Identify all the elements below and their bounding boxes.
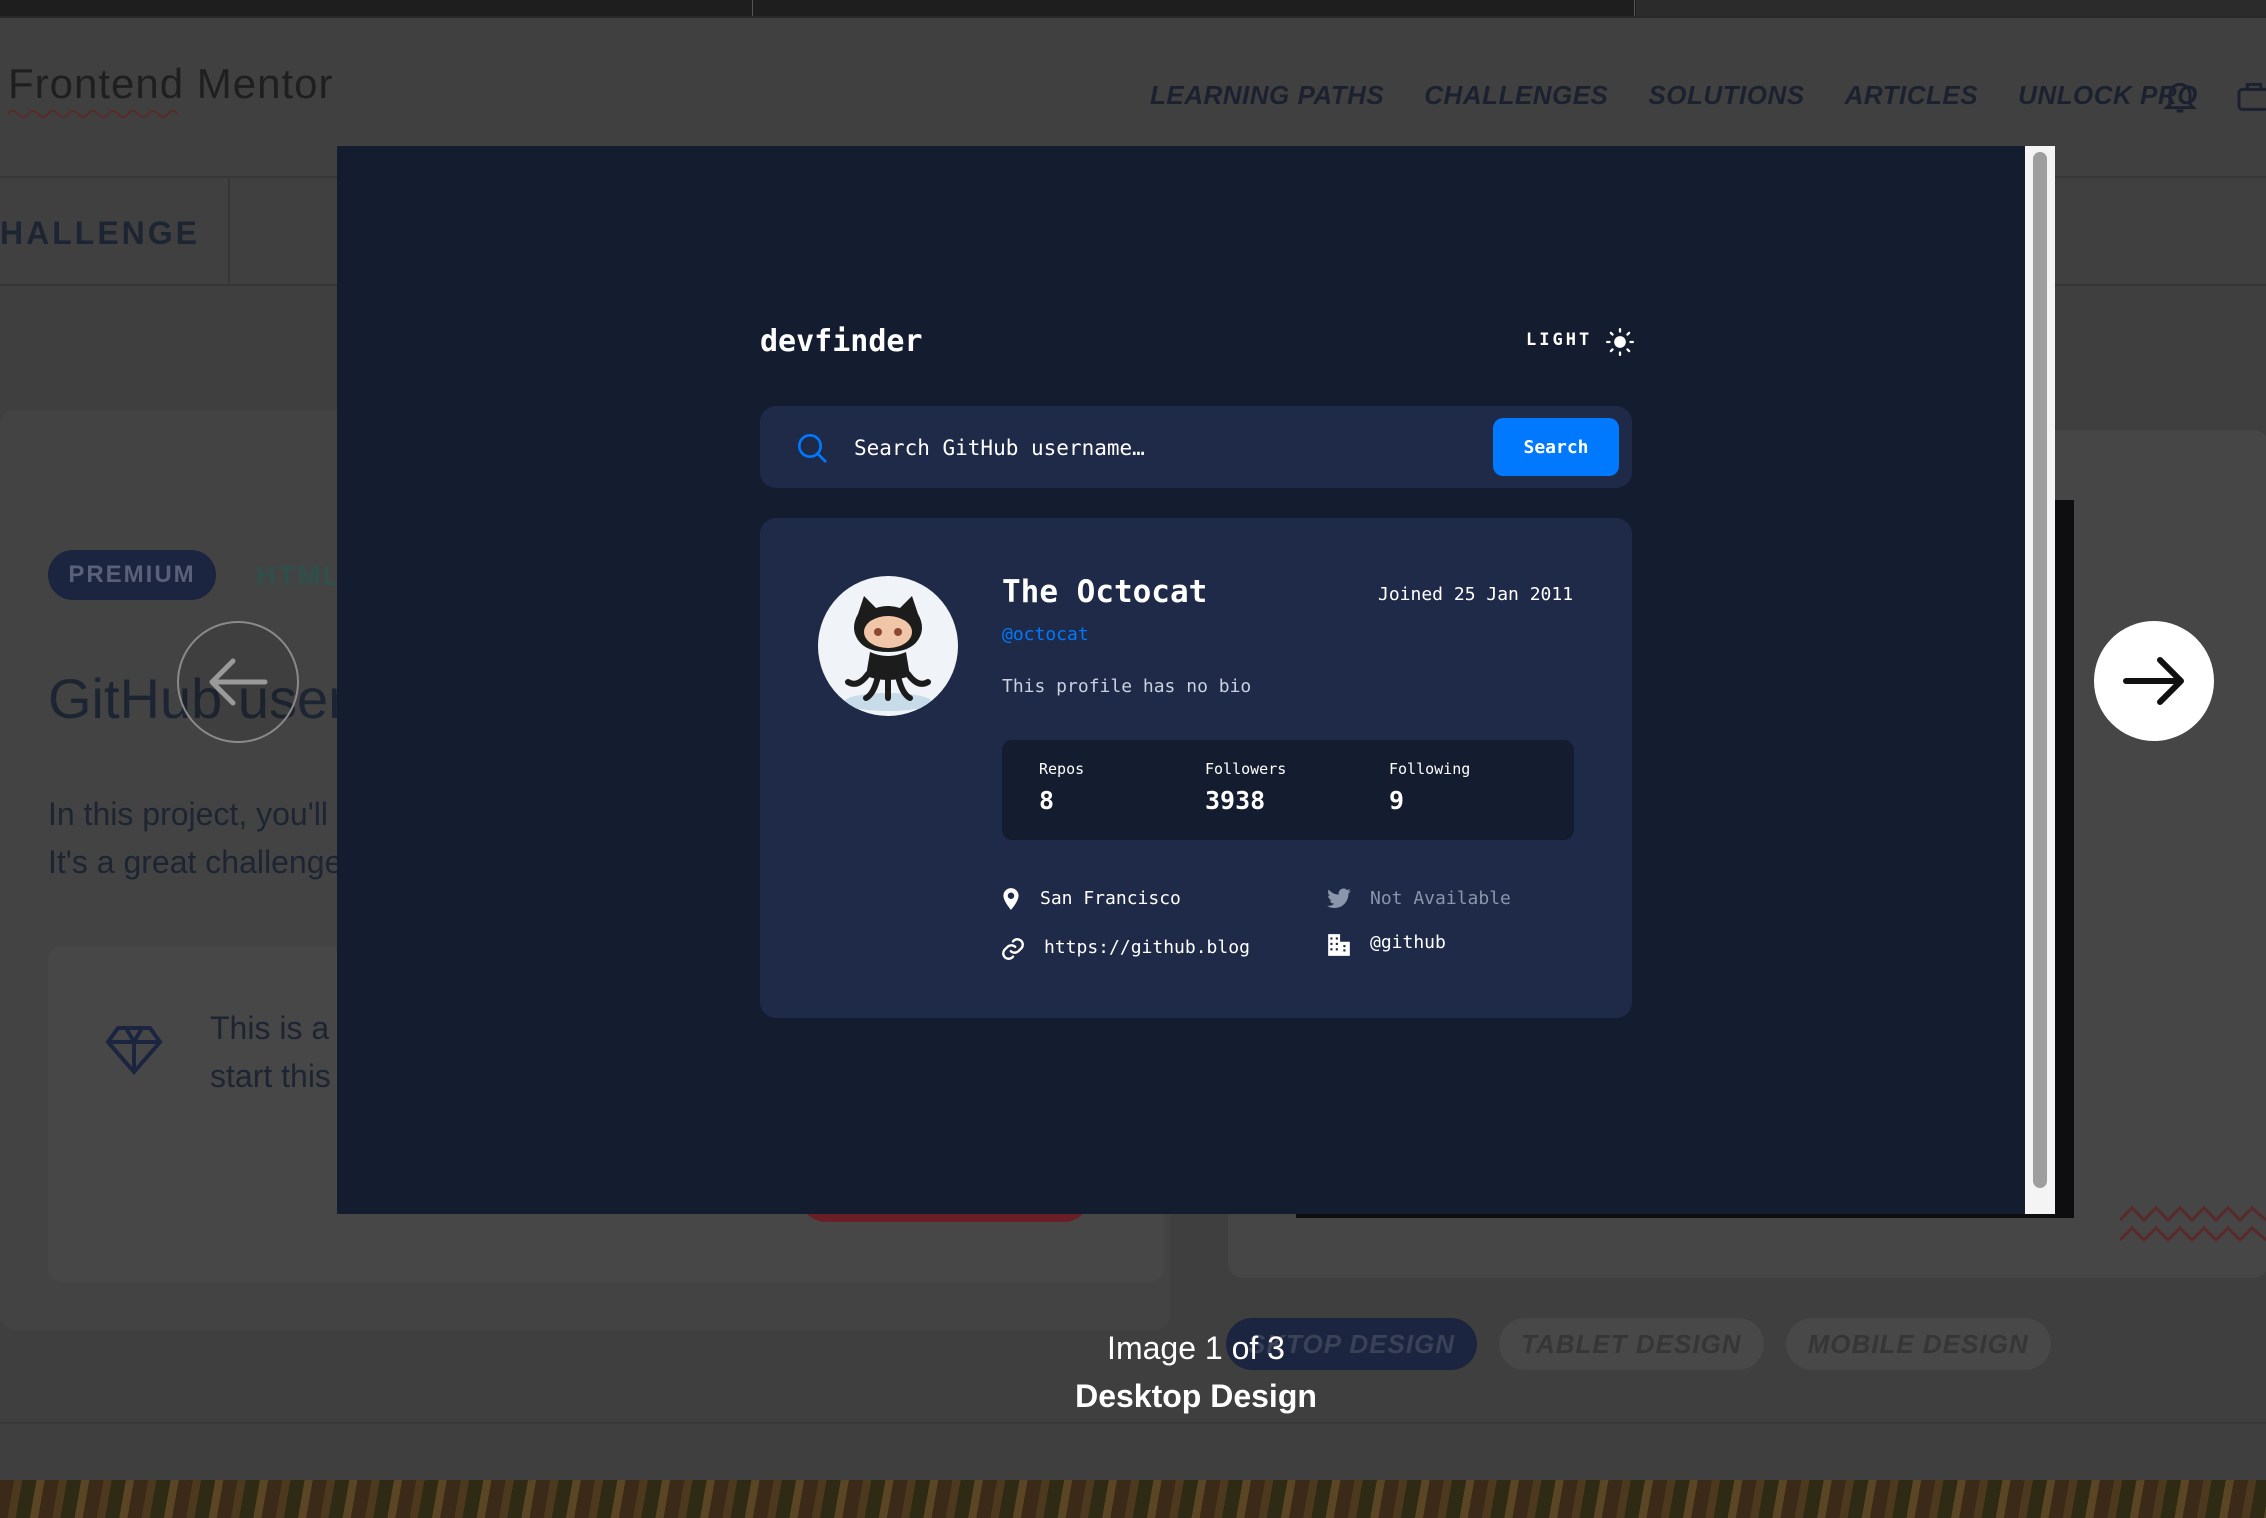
profile-bio: This profile has no bio	[1002, 676, 1252, 697]
stat-label-followers: Followers	[1205, 760, 1287, 778]
nav-solutions[interactable]: SOLUTIONS	[1648, 80, 1804, 111]
browser-tab[interactable]	[1636, 0, 2266, 16]
profile-name: The Octocat	[1002, 574, 1208, 610]
next-image-button[interactable]	[2094, 621, 2214, 741]
nav-challenges[interactable]: CHALLENGES	[1424, 80, 1608, 111]
profile-handle-link[interactable]: @octocat	[1002, 624, 1089, 645]
html-tag: HTML	[256, 560, 342, 591]
twitter-icon	[1327, 888, 1351, 908]
sun-icon[interactable]	[1606, 328, 1634, 356]
premium-badge: PREMIUM	[48, 550, 216, 600]
link-icon	[1002, 938, 1024, 960]
bell-icon[interactable]	[2160, 74, 2200, 118]
desktop-wallpaper	[0, 1480, 2266, 1518]
arrow-right-icon	[2123, 657, 2184, 705]
twitter-text: Not Available	[1370, 888, 1511, 909]
description-line: In this project, you'll	[48, 796, 329, 832]
theme-toggle-label[interactable]: LIGHT	[1526, 330, 1592, 350]
octocat-icon	[844, 596, 932, 711]
stat-label-repos: Repos	[1039, 760, 1085, 778]
stat-label-following: Following	[1389, 760, 1471, 778]
blog-link[interactable]: https://github.blog	[1044, 937, 1250, 958]
scrollbar-thumb[interactable]	[2033, 152, 2047, 1188]
divider	[0, 1422, 2266, 1424]
stat-value-followers: 3938	[1205, 786, 1266, 815]
avatar	[818, 576, 958, 716]
logo-underline-wave	[8, 110, 178, 118]
info-text: This is a start this	[210, 1004, 331, 1100]
subbar-title: HALLENGE	[0, 215, 200, 251]
search-button[interactable]: Search	[1493, 418, 1619, 476]
browser-tab[interactable]	[0, 0, 753, 16]
location-icon	[1003, 888, 1019, 910]
diamond-icon	[105, 1026, 163, 1076]
decorative-wave	[2120, 1205, 2266, 1243]
image-counter: Image 1 of 3	[1107, 1330, 1285, 1366]
arrow-left-icon	[209, 658, 268, 706]
nav-articles[interactable]: ARTICLES	[1845, 80, 1979, 111]
company-icon	[1328, 934, 1350, 956]
previous-image-button[interactable]	[177, 621, 299, 743]
divider	[228, 178, 230, 284]
challenge-description: In this project, you'll It's a great cha…	[48, 790, 342, 886]
image-caption: Desktop Design	[1075, 1378, 1317, 1414]
company-text[interactable]: @github	[1370, 932, 1446, 953]
location-text: San Francisco	[1040, 888, 1181, 909]
app-title: devfinder	[760, 324, 923, 359]
browser-tab[interactable]	[754, 0, 1635, 16]
description-line: It's a great challenge	[48, 844, 343, 880]
search-input[interactable]	[852, 422, 1476, 474]
search-icon	[798, 434, 827, 463]
stat-value-repos: 8	[1039, 786, 1055, 815]
joined-date: Joined 25 Jan 2011	[1378, 584, 1574, 605]
main-nav: LEARNING PATHS CHALLENGES SOLUTIONS ARTI…	[1150, 80, 2198, 111]
stats-panel	[1002, 740, 1574, 840]
info-line: start this	[210, 1058, 331, 1094]
nav-learning-paths[interactable]: LEARNING PATHS	[1150, 80, 1384, 111]
browser-tab-strip	[0, 0, 2266, 18]
cart-icon[interactable]	[2234, 74, 2266, 118]
info-line: This is a	[210, 1010, 330, 1046]
stat-value-following: 9	[1389, 786, 1405, 815]
site-logo[interactable]: Frontend Mentor	[8, 60, 334, 108]
